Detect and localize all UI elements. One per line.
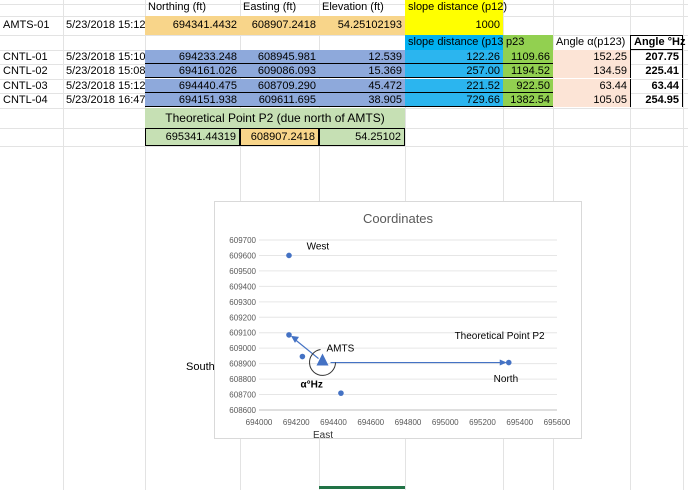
header-angle-hz[interactable]: Angle °Hz [630,35,685,50]
row-3-alpha[interactable]: 63.44 [553,79,630,93]
row-1-p23[interactable]: 1109.66 [503,50,553,64]
selected-cell-indicator [319,486,405,489]
row-2-name[interactable]: CNTL-02 [0,64,63,78]
header-elevation[interactable]: Elevation (ft) [319,0,405,16]
annotation-north: North [494,374,518,385]
row-2-easting[interactable]: 609086.093 [240,64,319,78]
y-tick-label: 609300 [229,298,256,307]
row-4-p23[interactable]: 1382.54 [503,93,553,107]
coordinates-chart[interactable]: Coordinates 609700 609600 609500 609400 6093… [214,201,582,439]
row-3-p23[interactable]: 922.50 [503,79,553,93]
row-2-northing[interactable]: 694161.026 [145,64,240,78]
amts-marker [316,353,329,366]
row-3-easting[interactable]: 608709.290 [240,79,319,93]
row-1-elevation[interactable]: 12.539 [319,50,405,64]
row-4-northing[interactable]: 694151.938 [145,93,240,107]
row-3-northing[interactable]: 694440.475 [145,79,240,93]
row-2-p23[interactable]: 1194.52 [503,64,553,78]
row-1-hz[interactable]: 207.75 [630,50,683,64]
header-easting[interactable]: Easting (ft) [240,0,319,16]
theoretical-northing[interactable]: 695341.44319 [145,128,240,146]
x-tick-label: 694400 [320,418,347,427]
y-tick-label: 609700 [229,236,256,245]
row-2-elevation[interactable]: 15.369 [319,64,405,78]
amts-date[interactable]: 5/23/2018 15:12 [63,16,146,35]
header-p23[interactable]: p23 [503,35,553,50]
y-tick-label: 608800 [229,375,256,384]
data-point [286,332,292,338]
row-3-hz[interactable]: 63.44 [630,79,683,93]
row-4-hz[interactable]: 254.95 [630,93,683,107]
amts-name[interactable]: AMTS-01 [0,16,63,35]
amts-easting[interactable]: 608907.2418 [240,16,319,35]
row-4-easting[interactable]: 609611.695 [240,93,319,107]
row-3-name[interactable]: CNTL-03 [0,79,63,93]
row-4-alpha[interactable]: 105.05 [553,93,630,107]
amts-northing[interactable]: 694341.4432 [145,16,240,35]
theoretical-easting[interactable]: 608907.2418 [240,128,319,146]
y-tick-label: 608900 [229,360,256,369]
x-tick-label: 694600 [357,418,384,427]
data-point [338,390,344,396]
theoretical-title[interactable]: Theoretical Point P2 (due north of AMTS) [145,108,405,128]
spreadsheet-grid: Northing (ft) Easting (ft) Elevation (ft… [0,0,688,490]
y-tick-label: 609600 [229,251,256,260]
row-1-name[interactable]: CNTL-01 [0,50,63,64]
row-4-name[interactable]: CNTL-04 [0,93,63,107]
chart-marks: West AMTS α°Hz Theoretical Point P2 North [286,241,545,396]
header-slope-p13[interactable]: slope distance (p13 [405,35,503,50]
header-northing[interactable]: Northing (ft) [145,0,240,16]
row-4-date[interactable]: 5/23/2018 16:47 [63,93,146,107]
annotation-angle: α°Hz [301,380,323,391]
row-3-p13[interactable]: 221.52 [405,79,503,93]
row-1-p13[interactable]: 122.26 [405,50,503,64]
x-tick-label: 695000 [432,418,459,427]
theoretical-elevation[interactable]: 54.25102 [319,128,405,146]
annotation-theoretical: Theoretical Point P2 [455,331,545,342]
data-point [505,359,512,366]
data-point [299,353,306,360]
y-tick-label: 609100 [229,329,256,338]
x-tick-label: 695200 [469,418,496,427]
x-axis-label: East [313,430,333,438]
x-tick-label: 694000 [246,418,273,427]
north-arrow-head [499,359,507,366]
y-tick-label: 608600 [229,406,256,415]
row-2-hz[interactable]: 225.41 [630,64,683,78]
row-2-date[interactable]: 5/23/2018 15:08 [63,64,146,78]
row-2-p13[interactable]: 257.00 [405,64,503,78]
header-slope-p12[interactable]: slope distance (p12) [405,0,507,16]
header-angle-alpha[interactable]: Angle α(p123) [553,35,630,50]
row-4-p13[interactable]: 729.66 [405,93,503,107]
x-tick-label: 695600 [544,418,571,427]
y-tick-label: 609200 [229,313,256,322]
row-2-alpha[interactable]: 134.59 [553,64,630,78]
row-1-alpha[interactable]: 152.25 [553,50,630,64]
y-tick-label: 608700 [229,391,256,400]
x-tick-label: 694200 [283,418,310,427]
y-axis-ticks: 609700 609600 609500 609400 609300 609200 6091… [229,236,256,415]
annotation-amts: AMTS [327,344,355,355]
row-3-date[interactable]: 5/23/2018 15:12 [63,79,146,93]
row-4-elevation[interactable]: 38.905 [319,93,405,107]
row-1-northing[interactable]: 694233.248 [145,50,240,64]
row-1-easting[interactable]: 608945.981 [240,50,319,64]
chart-svg: Coordinates 609700 609600 609500 609400 6093… [229,211,571,438]
x-tick-label: 695400 [506,418,533,427]
row-3-elevation[interactable]: 45.472 [319,79,405,93]
chart-title: Coordinates [363,211,434,226]
data-point [286,252,292,259]
y-tick-label: 609000 [229,344,256,353]
row-1-date[interactable]: 5/23/2018 15:10 [63,50,146,64]
amts-elevation[interactable]: 54.25102193 [319,16,405,35]
y-tick-label: 609500 [229,267,256,276]
y-tick-label: 609400 [229,282,256,291]
annotation-west: West [307,241,330,252]
amts-slope[interactable]: 1000 [405,16,503,35]
annotation-south: South [186,361,215,373]
x-tick-label: 694800 [395,418,422,427]
x-axis-ticks: 694000 694200 694400 694600 694800 695000 6952… [246,418,571,427]
